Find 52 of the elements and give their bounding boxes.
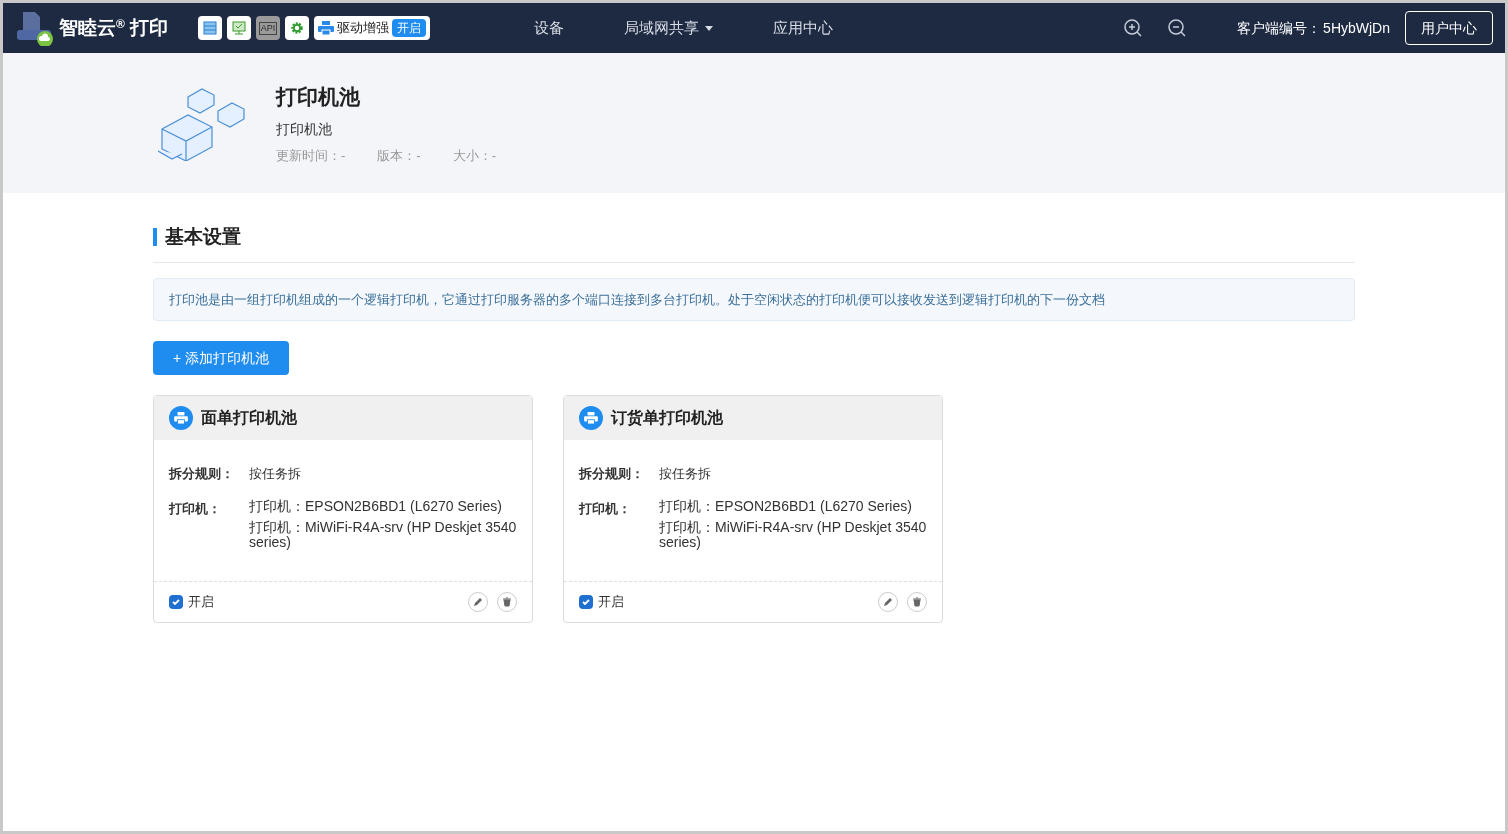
field-value: 按任务拆	[249, 465, 301, 483]
field-label: 拆分规则：	[579, 465, 645, 483]
enable-checkbox[interactable]	[579, 595, 593, 609]
client-id-label: 客户端编号：	[1237, 18, 1322, 38]
printer-icon	[318, 21, 335, 35]
card-title: 面单打印机池	[201, 408, 297, 428]
enable-label: 开启	[598, 593, 624, 612]
trash-icon	[502, 597, 512, 607]
server-icon	[202, 20, 219, 36]
app-title: 打印机池	[276, 84, 361, 110]
section-accent-bar	[153, 228, 157, 247]
nav-link[interactable]: 设备	[534, 16, 565, 40]
field-label: 打印机：	[169, 499, 222, 518]
driver-boost-button[interactable]: 驱动增强 开启	[314, 16, 431, 40]
monitor-icon-button[interactable]	[227, 16, 252, 40]
settings-icon-button[interactable]	[285, 16, 310, 40]
info-notice: 打印池是由一组打印机组成的一个逻辑打印机，它通过打印服务器的多个端口连接到多台打印机。处于空闲状态的打印机便可以接收发送到逻辑打印机的下一份文档	[153, 277, 1355, 321]
client-id: 5HybWjDn	[1323, 18, 1390, 38]
monitor-icon	[231, 20, 248, 36]
api-label: API	[258, 21, 278, 35]
meta-info: 更新时间：-	[276, 146, 346, 165]
field-label: 打印机：	[579, 499, 632, 518]
meta-info: 版本：-	[377, 146, 421, 165]
meta-info: 大小：-	[452, 146, 497, 165]
pencil-icon	[473, 597, 483, 607]
nav-link[interactable]: 应用中心	[773, 16, 834, 40]
field-value: 按任务拆	[659, 465, 711, 483]
enable-checkbox[interactable]	[169, 595, 183, 609]
printer-entry: 打印机：EPSON2B6BD1 (L6270 Series)	[249, 498, 503, 514]
printer-icon	[169, 406, 193, 430]
user-center-button[interactable]: 用户中心	[1405, 11, 1493, 45]
printer-entry: 打印机：EPSON2B6BD1 (L6270 Series)	[659, 498, 913, 514]
check-icon	[171, 597, 181, 607]
printer-entry: 打印机：MiWiFi-R4A-srv (HP Deskjet 3540 series)	[249, 519, 517, 550]
gear-icon	[290, 21, 305, 35]
card-title: 订货单打印机池	[611, 408, 723, 429]
printer-entry: 打印机：MiWiFi-R4A-srv (HP Deskjet 3540 series)	[659, 519, 927, 550]
zoom-in-icon[interactable]	[1123, 18, 1144, 38]
caret-icon	[705, 25, 714, 31]
server-icon-button[interactable]	[198, 16, 223, 40]
on-state-badge: 开启	[392, 19, 427, 37]
pencil-icon	[883, 597, 893, 607]
brand-name: 智睦云$^{®}$ 打印	[59, 15, 169, 40]
trash-icon	[912, 597, 922, 607]
check-icon	[581, 597, 591, 607]
nav-link[interactable]: 局域网共享	[624, 16, 714, 40]
app-subtitle: 打印机池	[276, 119, 333, 139]
zoom-out-icon[interactable]	[1167, 18, 1188, 38]
section-title: 基本设置	[165, 225, 241, 249]
enable-label: 开启	[188, 593, 214, 612]
printer-icon	[579, 406, 603, 430]
field-label: 拆分规则：	[169, 465, 235, 483]
